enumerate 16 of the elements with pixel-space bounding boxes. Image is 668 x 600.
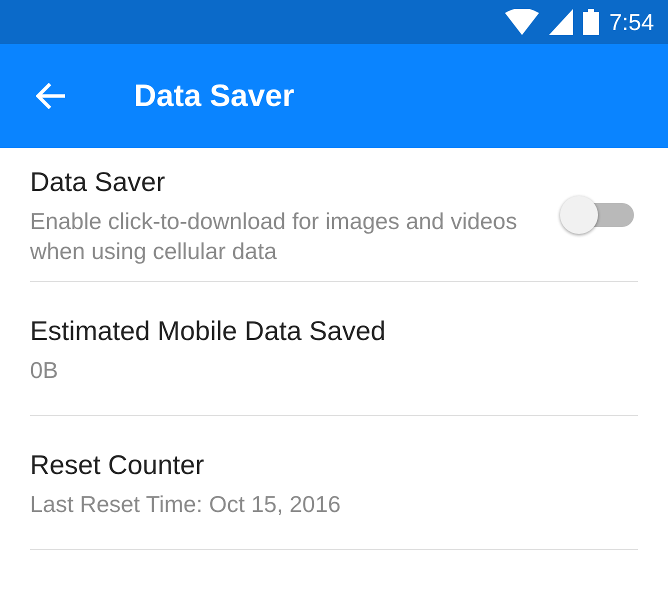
setting-summary: Enable click-to-download for images and videos when using cellular data bbox=[30, 206, 518, 266]
signal-icon bbox=[549, 9, 574, 35]
settings-item[interactable]: Reset Counter Last Reset Time: Oct 15, 2016 bbox=[30, 416, 638, 550]
battery-icon bbox=[583, 9, 600, 35]
setting-title: Reset Counter bbox=[30, 448, 206, 482]
settings-item[interactable]: Estimated Mobile Data Saved 0B bbox=[30, 282, 638, 416]
settings-item[interactable]: Data Saver Enable click-to-download for images and videos when using cellular data bbox=[30, 148, 638, 282]
setting-title: Estimated Mobile Data Saved bbox=[30, 314, 387, 348]
screen-title: Data Saver bbox=[134, 78, 294, 114]
status-time: 7:54 bbox=[609, 8, 654, 36]
setting-title: Data Saver bbox=[30, 166, 166, 198]
setting-summary: Last Reset Time: Oct 15, 2016 bbox=[30, 490, 342, 518]
back-arrow-icon[interactable] bbox=[36, 83, 66, 109]
toggle-switch[interactable] bbox=[560, 196, 634, 234]
setting-summary: 0B bbox=[30, 356, 60, 384]
wifi-icon bbox=[505, 9, 540, 35]
